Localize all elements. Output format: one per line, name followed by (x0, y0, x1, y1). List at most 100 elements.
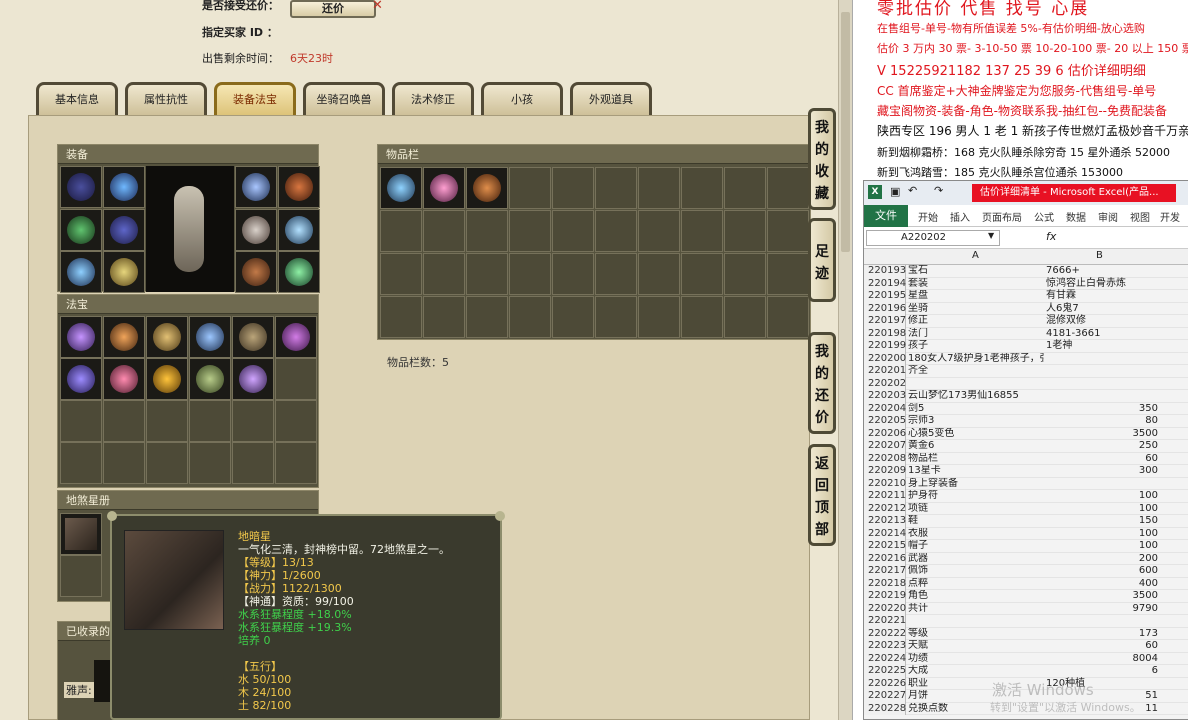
table-row[interactable]: 220211 护身符 100 (864, 490, 1188, 503)
empty-slot[interactable] (724, 253, 766, 295)
tab-view[interactable]: 视图 (1130, 209, 1150, 224)
tab-review[interactable]: 审阅 (1098, 209, 1118, 224)
equip-slot[interactable] (235, 166, 277, 208)
cell-b[interactable]: 有甘霖 (1046, 290, 1158, 302)
row-number[interactable]: 220216 (864, 552, 906, 565)
row-number[interactable]: 220211 (864, 490, 906, 503)
cell-a[interactable]: 等级 (908, 628, 1044, 640)
table-row[interactable]: 220205 宗师3 80 (864, 415, 1188, 428)
table-row[interactable]: 220223 天赋 60 (864, 640, 1188, 653)
equip-slot[interactable] (60, 209, 102, 251)
row-number[interactable]: 220193 (864, 265, 906, 278)
row-number[interactable]: 220227 (864, 690, 906, 703)
tab-attributes[interactable]: 属性抗性 (125, 82, 207, 116)
row-number[interactable]: 220226 (864, 677, 906, 690)
empty-slot[interactable] (681, 253, 723, 295)
table-row[interactable]: 220212 项链 100 (864, 502, 1188, 515)
cell-b[interactable]: 4181-3661 (1046, 328, 1158, 340)
cell-a[interactable]: 法门 (908, 328, 1044, 340)
table-row[interactable]: 220217 佩饰 600 (864, 565, 1188, 578)
cell-a[interactable]: 黄金6 (908, 440, 1044, 452)
empty-slot[interactable] (552, 296, 594, 338)
row-number[interactable]: 220204 (864, 402, 906, 415)
cell-b[interactable]: 173 (1046, 628, 1158, 640)
undo-icon[interactable]: ↶ (908, 184, 917, 197)
row-number[interactable]: 220207 (864, 440, 906, 453)
empty-slot[interactable] (466, 296, 508, 338)
cell-a[interactable]: 身上穿装备 (908, 478, 1044, 490)
empty-slot[interactable] (681, 210, 723, 252)
equip-slot[interactable] (103, 209, 145, 251)
treasure-slot[interactable] (232, 316, 274, 358)
table-row[interactable]: 220222 等级 173 (864, 627, 1188, 640)
cell-a[interactable]: 角色 (908, 590, 1044, 602)
row-number[interactable]: 220194 (864, 277, 906, 290)
empty-slot[interactable] (767, 210, 809, 252)
tab-home[interactable]: 开始 (918, 209, 938, 224)
row-number[interactable]: 220213 (864, 515, 906, 528)
row-number[interactable]: 220202 (864, 377, 906, 390)
cell-a[interactable]: 物品栏 (908, 453, 1044, 465)
equip-slot[interactable] (235, 209, 277, 251)
empty-slot[interactable] (767, 253, 809, 295)
row-number[interactable]: 220223 (864, 640, 906, 653)
row-number[interactable]: 220219 (864, 590, 906, 603)
table-row[interactable]: 220215 帽子 100 (864, 540, 1188, 553)
cell-a[interactable]: 套装 (908, 278, 1044, 290)
cell-b[interactable]: 600 (1046, 565, 1158, 577)
empty-slot[interactable] (146, 442, 188, 484)
table-row[interactable]: 220210 身上穿装备 (864, 477, 1188, 490)
cell-a[interactable]: 项链 (908, 503, 1044, 515)
row-number[interactable]: 220215 (864, 540, 906, 553)
cell-a[interactable]: 天赋 (908, 640, 1044, 652)
treasure-slot[interactable] (275, 316, 317, 358)
empty-slot[interactable] (509, 296, 551, 338)
tab-mounts[interactable]: 坐骑召唤兽 (303, 82, 385, 116)
row-number[interactable]: 220198 (864, 327, 906, 340)
table-row[interactable]: 220220 共计 9790 (864, 602, 1188, 615)
empty-slot[interactable] (60, 400, 102, 442)
cell-b[interactable]: 9790 (1046, 603, 1158, 615)
cell-b[interactable]: 400 (1046, 578, 1158, 590)
cell-a[interactable]: 坐骑 (908, 303, 1044, 315)
cell-a[interactable]: 180女人7级护身1老神孩子，强毒克水，装备宝宝 (908, 353, 1044, 365)
treasure-slot[interactable] (146, 316, 188, 358)
row-number[interactable]: 220205 (864, 415, 906, 428)
cell-a[interactable]: 孩子 (908, 340, 1044, 352)
column-b-header[interactable]: B (1096, 250, 1103, 261)
bag-slot[interactable] (380, 167, 422, 209)
table-row[interactable]: 220207 黄金6 250 (864, 440, 1188, 453)
cell-b[interactable]: 100 (1046, 540, 1158, 552)
row-number[interactable]: 220201 (864, 365, 906, 378)
row-number[interactable]: 220197 (864, 315, 906, 328)
row-number[interactable]: 220228 (864, 702, 906, 715)
equip-slot[interactable] (103, 166, 145, 208)
row-number[interactable]: 220220 (864, 602, 906, 615)
cell-b[interactable]: 100 (1046, 528, 1158, 540)
cell-b[interactable]: 3500 (1046, 590, 1158, 602)
row-number[interactable]: 220217 (864, 565, 906, 578)
empty-slot[interactable] (103, 400, 145, 442)
table-row[interactable]: 220208 物品栏 60 (864, 452, 1188, 465)
cell-a[interactable]: 星盘 (908, 290, 1044, 302)
empty-slot[interactable] (681, 167, 723, 209)
empty-slot[interactable] (552, 167, 594, 209)
row-number[interactable]: 220195 (864, 290, 906, 303)
treasure-slot[interactable] (103, 358, 145, 400)
cell-b[interactable]: 60 (1046, 453, 1158, 465)
equip-slot[interactable] (60, 251, 102, 293)
row-number[interactable]: 220214 (864, 527, 906, 540)
empty-slot[interactable] (638, 253, 680, 295)
cell-b[interactable]: 80 (1046, 415, 1158, 427)
cell-b[interactable]: 8004 (1046, 653, 1158, 665)
page-scrollbar[interactable] (838, 0, 852, 720)
table-row[interactable]: 220225 大成 6 (864, 665, 1188, 678)
empty-slot[interactable] (380, 253, 422, 295)
empty-slot[interactable] (509, 253, 551, 295)
bag-slot[interactable] (466, 167, 508, 209)
favorites-button[interactable]: 我 的 收 藏 (808, 108, 836, 210)
empty-slot[interactable] (232, 400, 274, 442)
empty-slot[interactable] (681, 296, 723, 338)
row-number[interactable]: 220210 (864, 477, 906, 490)
empty-slot[interactable] (767, 296, 809, 338)
